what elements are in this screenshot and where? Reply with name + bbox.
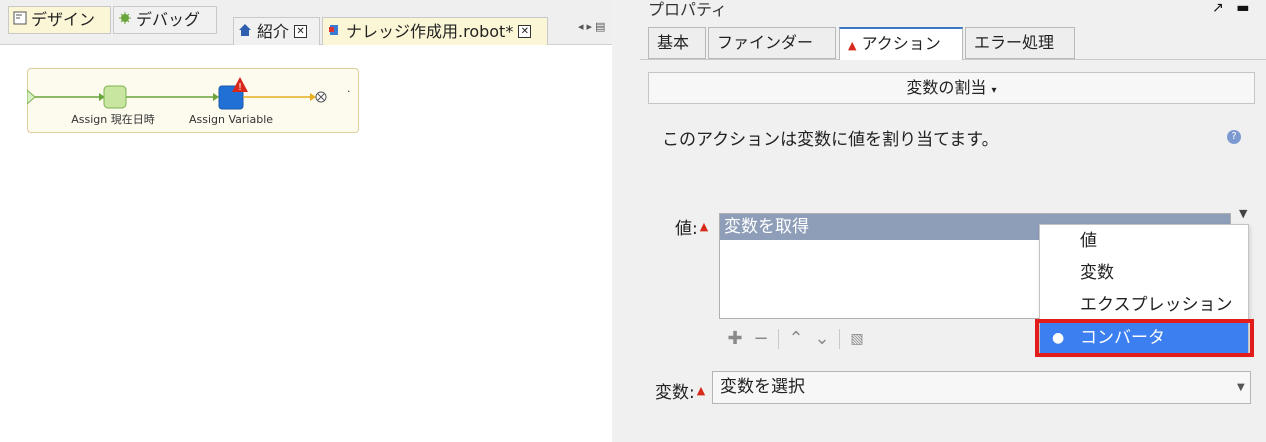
menu-item-value[interactable]: 値 — [1040, 225, 1248, 257]
robot-editor-panel — [0, 0, 612, 442]
tab-robot-label: ナレッジ作成用.robot* — [346, 21, 514, 41]
step1-label: Assign 現在日時 — [71, 113, 155, 126]
home-icon — [238, 19, 252, 45]
value-list-toolbar: ✚ − ⌃ ⌄ ▧ — [722, 326, 870, 352]
highlight-frame — [1035, 319, 1254, 357]
design-mode-button[interactable]: デザイン — [8, 6, 111, 34]
variable-field-label: 変数: ▲ — [655, 378, 705, 403]
design-icon — [13, 7, 27, 33]
tab-basic[interactable]: 基本 — [648, 27, 706, 59]
tab-finder[interactable]: ファインダー — [708, 27, 836, 59]
menu-item-expression[interactable]: エクスプレッション — [1040, 289, 1248, 321]
debug-mode-label: デバッグ — [136, 10, 201, 29]
flow-arrowhead — [310, 93, 316, 101]
warning-icon: ▲ — [699, 220, 709, 233]
edit-icon[interactable]: ▧ — [844, 326, 870, 352]
debug-mode-button[interactable]: デバッグ — [113, 6, 217, 34]
flow-diagram: ! · Assign 現在日時 Assign Variable — [27, 77, 351, 126]
remove-icon[interactable]: − — [748, 326, 774, 352]
move-up-icon[interactable]: ⌃ — [783, 326, 809, 352]
value-label: 値: — [675, 219, 698, 239]
menu-item-variable[interactable]: 変数 — [1040, 257, 1248, 289]
add-icon[interactable]: ✚ — [722, 326, 748, 352]
tab-error-handling[interactable]: エラー処理 — [965, 27, 1075, 59]
variable-select[interactable]: 変数を選択 — [712, 371, 1251, 404]
warning-icon: ▲ — [848, 39, 857, 52]
action-type-label: 変数の割当 — [906, 78, 987, 97]
action-type-select[interactable]: 変数の割当 ▾ — [648, 72, 1255, 104]
toolbar-divider — [839, 329, 840, 349]
debug-icon — [118, 7, 132, 33]
chevron-down-icon[interactable]: ▼ — [1239, 207, 1247, 220]
design-mode-label: デザイン — [31, 10, 96, 29]
toolbar-divider — [778, 329, 779, 349]
tab-action[interactable]: ▲ アクション — [839, 27, 963, 60]
tab-intro-label: 紹介 — [257, 21, 290, 41]
tab-robot[interactable]: ナレッジ作成用.robot* ✕ — [322, 17, 548, 45]
flow-end-mark: · — [347, 85, 351, 98]
svg-text:!: ! — [238, 82, 242, 93]
minimize-icon[interactable]: ▬ — [1236, 0, 1249, 16]
properties-title: プロパティ — [648, 0, 728, 19]
warning-icon: ▲ — [696, 384, 706, 397]
action-description: このアクションは変数に値を割り当てます。 — [662, 130, 999, 150]
step2-label: Assign Variable — [189, 113, 273, 126]
tab-nav-arrows[interactable]: ◂▸▤ — [578, 20, 612, 38]
restore-icon[interactable]: ↗ — [1212, 0, 1224, 16]
variable-label: 変数: — [655, 383, 695, 403]
start-node — [27, 89, 36, 105]
tab-intro[interactable]: 紹介 ✕ — [233, 17, 320, 45]
tab-action-label: アクション — [861, 34, 941, 53]
chevron-down-icon: ▾ — [991, 85, 997, 96]
move-down-icon[interactable]: ⌄ — [809, 326, 835, 352]
help-icon[interactable]: ? — [1227, 130, 1241, 144]
panel-window-controls[interactable]: ↗ ▬ — [1212, 0, 1249, 16]
robot-icon — [327, 19, 341, 45]
close-icon[interactable]: ✕ — [294, 25, 308, 38]
chevron-down-icon[interactable]: ▼ — [1237, 382, 1245, 393]
step-assign-datetime[interactable] — [103, 85, 127, 109]
value-field-label: 値: ▲ — [675, 214, 708, 239]
flow-arrowhead — [213, 93, 219, 101]
close-icon[interactable]: ✕ — [518, 25, 532, 38]
warning-icon: ! — [232, 77, 248, 93]
end-node-icon — [315, 91, 327, 103]
